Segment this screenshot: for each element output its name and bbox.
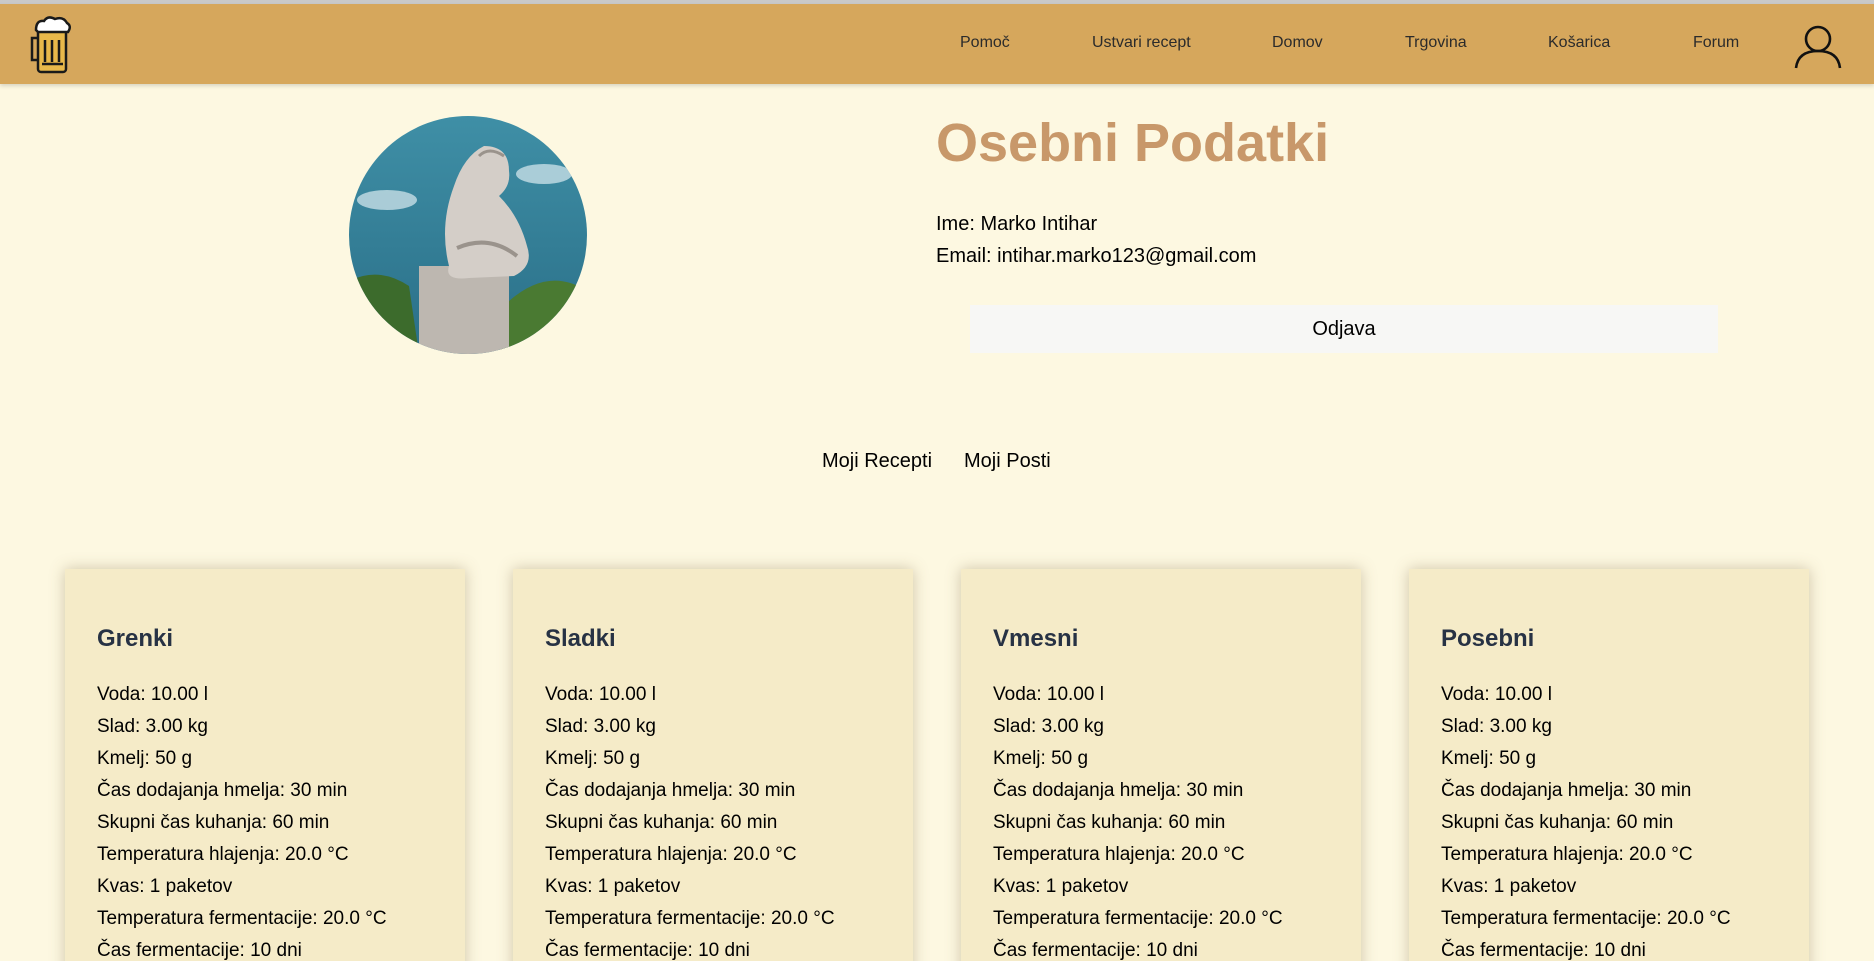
recipe-detail: Temperatura hlajenja: 20.0 °C bbox=[993, 844, 1245, 865]
recipe-detail: Temperatura fermentacije: 20.0 °C bbox=[993, 908, 1283, 929]
recipe-detail: Voda: 10.00 l bbox=[1441, 684, 1552, 705]
recipe-detail: Čas fermentacije: 10 dni bbox=[993, 940, 1198, 961]
recipe-detail: Čas fermentacije: 10 dni bbox=[1441, 940, 1646, 961]
recipe-detail: Čas dodajanja hmelja: 30 min bbox=[993, 780, 1244, 801]
nav-item-domov[interactable]: Domov bbox=[1272, 34, 1323, 52]
recipe-detail: Skupni čas kuhanja: 60 min bbox=[97, 812, 330, 833]
recipe-detail: Temperatura fermentacije: 20.0 °C bbox=[545, 908, 835, 929]
recipe-details: Voda: 10.00 l Slad: 3.00 kg Kmelj: 50 g … bbox=[1441, 679, 1731, 961]
recipe-details: Voda: 10.00 l Slad: 3.00 kg Kmelj: 50 g … bbox=[993, 679, 1283, 961]
recipe-detail: Slad: 3.00 kg bbox=[545, 716, 656, 737]
tab-moji-recepti[interactable]: Moji Recepti bbox=[822, 450, 932, 473]
recipe-details: Voda: 10.00 l Slad: 3.00 kg Kmelj: 50 g … bbox=[545, 679, 835, 961]
user-icon[interactable] bbox=[1794, 22, 1842, 70]
profile-avatar bbox=[349, 116, 587, 354]
recipe-detail: Kmelj: 50 g bbox=[993, 748, 1089, 769]
recipe-detail: Skupni čas kuhanja: 60 min bbox=[993, 812, 1226, 833]
recipe-detail: Slad: 3.00 kg bbox=[1441, 716, 1552, 737]
recipe-detail: Kvas: 1 paketov bbox=[1441, 876, 1577, 897]
recipe-detail: Čas dodajanja hmelja: 30 min bbox=[545, 780, 796, 801]
recipe-detail: Čas dodajanja hmelja: 30 min bbox=[97, 780, 348, 801]
recipe-detail: Temperatura hlajenja: 20.0 °C bbox=[545, 844, 797, 865]
recipe-detail: Voda: 10.00 l bbox=[993, 684, 1104, 705]
recipe-card[interactable]: Vmesni Voda: 10.00 l Slad: 3.00 kg Kmelj… bbox=[961, 569, 1361, 961]
recipe-title: Grenki bbox=[97, 625, 174, 652]
profile-email: Email: intihar.marko123@gmail.com bbox=[936, 245, 1257, 267]
recipe-detail: Temperatura fermentacije: 20.0 °C bbox=[97, 908, 387, 929]
beer-mug-icon[interactable] bbox=[30, 14, 78, 76]
nav-item-pomoc[interactable]: Pomoč bbox=[960, 34, 1010, 52]
navbar: Pomoč Ustvari recept Domov Trgovina Koša… bbox=[0, 4, 1874, 84]
recipe-detail: Temperatura hlajenja: 20.0 °C bbox=[1441, 844, 1693, 865]
page-title: Osebni Podatki bbox=[936, 113, 1330, 173]
recipe-card[interactable]: Sladki Voda: 10.00 l Slad: 3.00 kg Kmelj… bbox=[513, 569, 913, 961]
recipe-detail: Temperatura fermentacije: 20.0 °C bbox=[1441, 908, 1731, 929]
recipe-detail: Kvas: 1 paketov bbox=[545, 876, 681, 897]
recipe-detail: Kmelj: 50 g bbox=[1441, 748, 1537, 769]
recipe-details: Voda: 10.00 l Slad: 3.00 kg Kmelj: 50 g … bbox=[97, 679, 387, 961]
recipe-detail: Skupni čas kuhanja: 60 min bbox=[1441, 812, 1674, 833]
recipe-detail: Voda: 10.00 l bbox=[545, 684, 656, 705]
recipe-detail: Slad: 3.00 kg bbox=[97, 716, 208, 737]
recipe-detail: Temperatura hlajenja: 20.0 °C bbox=[97, 844, 349, 865]
recipe-title: Vmesni bbox=[993, 625, 1079, 652]
nav-item-trgovina[interactable]: Trgovina bbox=[1405, 34, 1467, 52]
recipe-detail: Kmelj: 50 g bbox=[97, 748, 193, 769]
recipe-detail: Voda: 10.00 l bbox=[97, 684, 208, 705]
recipe-detail: Čas dodajanja hmelja: 30 min bbox=[1441, 780, 1692, 801]
nav-item-kosarica[interactable]: Košarica bbox=[1548, 34, 1610, 52]
recipe-detail: Kmelj: 50 g bbox=[545, 748, 641, 769]
profile-name: Ime: Marko Intihar bbox=[936, 213, 1098, 235]
recipe-detail: Kvas: 1 paketov bbox=[993, 876, 1129, 897]
recipe-title: Posebni bbox=[1441, 625, 1535, 652]
recipe-detail: Skupni čas kuhanja: 60 min bbox=[545, 812, 778, 833]
recipe-card[interactable]: Posebni Voda: 10.00 l Slad: 3.00 kg Kmel… bbox=[1409, 569, 1809, 961]
nav-item-ustvari-recept[interactable]: Ustvari recept bbox=[1092, 34, 1191, 52]
recipe-title: Sladki bbox=[545, 625, 616, 652]
recipe-detail: Čas fermentacije: 10 dni bbox=[97, 940, 302, 961]
recipe-detail: Slad: 3.00 kg bbox=[993, 716, 1104, 737]
recipe-card[interactable]: Grenki Voda: 10.00 l Slad: 3.00 kg Kmelj… bbox=[65, 569, 465, 961]
recipe-detail: Kvas: 1 paketov bbox=[97, 876, 233, 897]
nav-item-forum[interactable]: Forum bbox=[1693, 34, 1739, 52]
tab-moji-posti[interactable]: Moji Posti bbox=[964, 450, 1051, 473]
recipe-detail: Čas fermentacije: 10 dni bbox=[545, 940, 750, 961]
logout-button[interactable]: Odjava bbox=[970, 305, 1718, 353]
